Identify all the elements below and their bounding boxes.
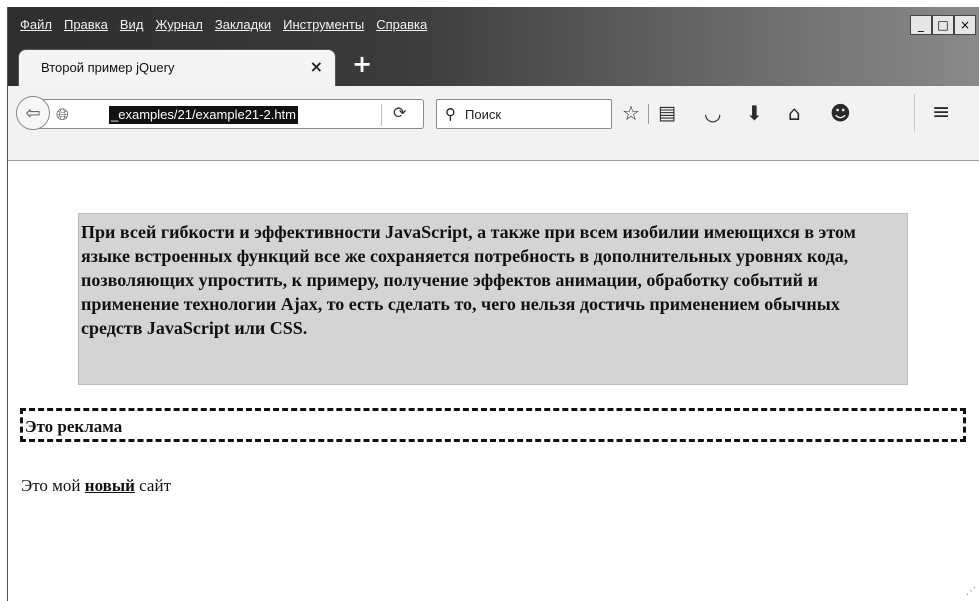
menu-file[interactable]: Файл [14, 15, 58, 37]
search-icon: ⚲ [445, 105, 456, 123]
home-icon[interactable]: ⌂ [788, 101, 801, 125]
tab-active[interactable]: Второй пример jQuery × [18, 49, 336, 86]
globe-icon[interactable]: 🌐︎ [56, 105, 74, 124]
download-icon[interactable]: ⬇ [746, 101, 763, 125]
menu-bookmarks[interactable]: Закладки [209, 15, 277, 37]
reading-list-icon[interactable]: ▤ [658, 101, 676, 125]
menu-label: Инструменты [283, 17, 365, 32]
ad-block: Это реклама [20, 408, 966, 442]
close-window-button[interactable]: × [954, 15, 976, 35]
tab-title: Второй пример jQuery [41, 60, 175, 75]
site-bold: новый [84, 476, 135, 495]
menu-view[interactable]: Вид [114, 15, 150, 37]
title-area: Файл Правка Вид Журнал Закладки Инструме… [8, 7, 979, 92]
toolbar-divider [914, 94, 915, 132]
menu-label: Вид [119, 17, 144, 32]
nav-toolbar: 🌐︎ _examples/21/example21-2.htm ⟳ ⇦ ⚲ По… [8, 86, 979, 161]
browser-window: Файл Правка Вид Журнал Закладки Инструме… [7, 7, 979, 601]
search-input[interactable]: ⚲ Поиск [436, 99, 612, 129]
site-line: Это мой новый сайт [21, 476, 171, 496]
menubar: Файл Правка Вид Журнал Закладки Инструме… [14, 15, 433, 37]
back-button[interactable]: ⇦ [16, 96, 50, 130]
menu-label: Закладки [214, 17, 272, 32]
url-bar[interactable]: 🌐︎ _examples/21/example21-2.htm ⟳ [36, 99, 424, 129]
maximize-button[interactable]: □ [932, 15, 954, 35]
menu-history[interactable]: Журнал [149, 15, 208, 37]
menu-label: Правка [63, 17, 108, 32]
reload-icon[interactable]: ⟳ [393, 103, 406, 122]
pocket-icon[interactable]: ◡ [704, 101, 721, 125]
menu-label: Журнал [155, 17, 203, 32]
menu-help[interactable]: Справка [370, 15, 433, 37]
ad-text: Это реклама [25, 417, 123, 436]
menu-label: Файл [20, 17, 52, 32]
window-controls: _ □ × [910, 15, 976, 35]
toolbar-divider [648, 104, 649, 124]
minimize-button[interactable]: _ [910, 15, 932, 35]
menu-tools[interactable]: Инструменты [277, 15, 370, 37]
search-placeholder: Поиск [465, 107, 502, 122]
url-divider [381, 104, 382, 126]
menu-label: Справка [376, 17, 428, 32]
back-icon: ⇦ [25, 102, 41, 124]
site-suffix: сайт [139, 476, 171, 495]
resize-grip-icon[interactable]: ⋰ [966, 586, 976, 597]
chat-icon[interactable]: ☻ [830, 101, 851, 125]
bookmark-star-icon[interactable]: ☆ [622, 101, 640, 125]
page-content: При всей гибкости и эффективности JavaSc… [8, 162, 979, 601]
tab-close-icon[interactable]: × [310, 57, 323, 76]
menu-edit[interactable]: Правка [58, 15, 114, 37]
new-tab-button[interactable]: + [348, 51, 376, 79]
menu-icon[interactable]: ≡ [932, 101, 950, 125]
intro-paragraph: При всей гибкости и эффективности JavaSc… [78, 213, 908, 385]
url-text[interactable]: _examples/21/example21-2.htm [109, 106, 298, 124]
site-prefix: Это мой [21, 476, 81, 495]
